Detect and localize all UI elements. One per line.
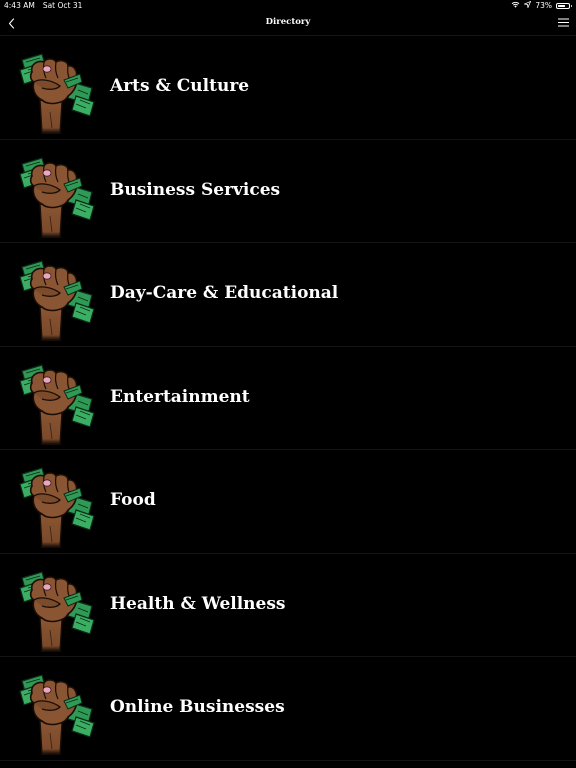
battery-level-fill	[558, 5, 566, 7]
category-item-day-care-educational[interactable]: Day-Care & Educational	[0, 243, 576, 347]
fist-with-money-icon	[16, 466, 96, 548]
menu-button[interactable]	[556, 15, 570, 29]
wifi-icon	[511, 0, 520, 12]
status-bar: 4:43 AM Sat Oct 31 73%	[0, 0, 576, 12]
category-label: Food	[110, 490, 156, 510]
status-date: Sat Oct 31	[42, 1, 83, 10]
fist-with-money-icon	[16, 570, 96, 652]
status-left: 4:43 AM Sat Oct 31	[4, 0, 82, 12]
location-arrow-icon	[523, 0, 532, 12]
category-item-arts-culture[interactable]: Arts & Culture	[0, 36, 576, 140]
category-item-online-businesses[interactable]: Online Businesses	[0, 657, 576, 761]
battery-percent: 73%	[535, 1, 552, 10]
fist-with-money-icon	[16, 156, 96, 238]
status-right: 73%	[511, 0, 572, 12]
category-label: Arts & Culture	[110, 76, 250, 96]
category-item-business-services[interactable]: Business Services	[0, 140, 576, 243]
hamburger-menu-icon	[557, 18, 569, 26]
directory-list: Arts & Culture Business Services Day-Car…	[0, 36, 576, 761]
fist-with-money-icon	[16, 259, 96, 341]
category-item-food[interactable]: Food	[0, 450, 576, 554]
category-label: Health & Wellness	[110, 593, 286, 614]
fist-with-money-icon	[16, 673, 96, 755]
battery-icon	[556, 3, 572, 9]
page-title: Directory	[265, 17, 311, 27]
category-item-entertainment[interactable]: Entertainment	[0, 347, 576, 450]
fist-with-money-icon	[16, 363, 96, 445]
status-time: 4:43 AM	[4, 1, 35, 10]
category-label: Entertainment	[110, 386, 250, 407]
category-label: Day-Care & Educational	[110, 283, 339, 303]
category-item-health-wellness[interactable]: Health & Wellness	[0, 554, 576, 657]
navigation-bar: Directory	[0, 12, 576, 36]
category-label: Online Businesses	[110, 697, 285, 717]
category-label: Business Services	[110, 179, 281, 200]
fist-with-money-icon	[16, 52, 96, 134]
